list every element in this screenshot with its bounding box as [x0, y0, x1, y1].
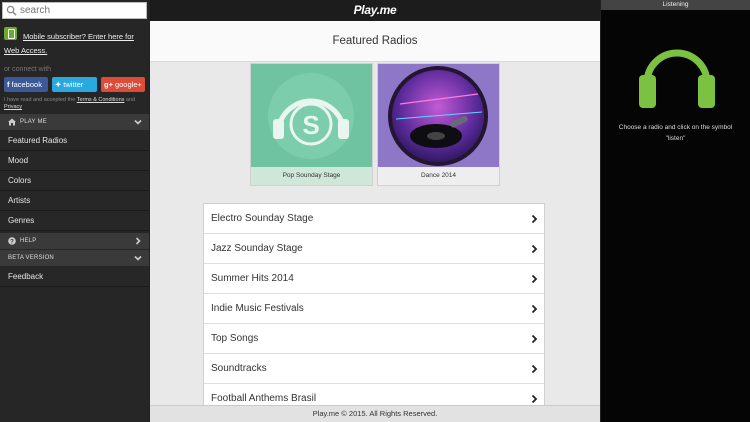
- section-play-me-label: PLAY ME: [20, 119, 47, 125]
- app-logo[interactable]: Play.me: [150, 3, 600, 17]
- turntable-art-icon: [378, 64, 499, 167]
- radio-card-pop-sounday-stage[interactable]: S Pop Sounday Stage: [250, 63, 373, 186]
- chevron-right-icon: [531, 245, 538, 253]
- sidebar-item-mood[interactable]: Mood: [0, 151, 149, 171]
- chevron-right-icon: [531, 365, 538, 373]
- list-item-label: Top Songs: [211, 333, 259, 344]
- home-icon: [8, 118, 16, 126]
- chevron-right-icon: [531, 335, 538, 343]
- facebook-label: facebook: [11, 80, 42, 89]
- sidebar-item-colors[interactable]: Colors: [0, 171, 149, 191]
- chevron-right-icon: [135, 237, 141, 245]
- terms-prefix: I have read and accepted the: [4, 97, 77, 103]
- list-item-label: Indie Music Festivals: [211, 303, 304, 314]
- search-input[interactable]: [20, 3, 144, 18]
- radio-card-dance-2014[interactable]: Dance 2014: [377, 63, 500, 186]
- chevron-right-icon: [531, 395, 538, 403]
- radio-card-artwork: [378, 64, 499, 167]
- list-item-label: Summer Hits 2014: [211, 273, 294, 284]
- app-root: Mobile subscriber? Enter here for Web Ac…: [0, 0, 750, 422]
- section-beta-label: BETA VERSION: [8, 255, 54, 261]
- top-bar: Play.me: [150, 0, 600, 21]
- search-box[interactable]: [2, 2, 147, 19]
- radio-card-caption: Dance 2014: [378, 167, 499, 185]
- section-help-label: HELP: [20, 238, 37, 244]
- twitter-button[interactable]: ✦ twitter: [52, 77, 97, 92]
- radio-card-caption: Pop Sounday Stage: [251, 167, 372, 185]
- terms-link[interactable]: Terms & Conditions: [77, 97, 125, 103]
- list-item[interactable]: Soundtracks: [204, 354, 544, 384]
- google-plus-button[interactable]: g+ google+: [101, 77, 145, 92]
- terms-notice: I have read and accepted the Terms & Con…: [4, 97, 148, 111]
- section-help[interactable]: ? HELP: [0, 233, 149, 249]
- section-beta-version[interactable]: BETA VERSION: [0, 250, 149, 266]
- facebook-icon: f: [7, 80, 10, 89]
- section-play-me[interactable]: PLAY ME: [0, 114, 149, 130]
- chevron-right-icon: [531, 275, 538, 283]
- sidebar-item-feedback[interactable]: Feedback: [0, 267, 149, 287]
- connect-label: or connect with: [4, 66, 52, 73]
- headphones-s-logo-icon: S: [251, 64, 372, 167]
- google-plus-label: google+: [114, 80, 142, 89]
- chevron-down-icon: [134, 255, 142, 261]
- list-item-label: Electro Sounday Stage: [211, 213, 314, 224]
- page-title: Featured Radios: [150, 21, 600, 62]
- radio-card-artwork: S: [251, 64, 372, 167]
- search-icon: [6, 5, 17, 16]
- headphones-icon: [639, 49, 715, 108]
- list-item-label: Football Anthems Brasil: [211, 393, 317, 404]
- help-icon: ?: [8, 237, 16, 245]
- listening-panel: Listening Choose a radio and click on th…: [601, 0, 750, 422]
- list-item-label: Jazz Sounday Stage: [211, 243, 303, 254]
- svg-text:?: ?: [10, 239, 14, 245]
- sidebar-item-artists[interactable]: Artists: [0, 191, 149, 211]
- svg-text:S: S: [302, 110, 319, 140]
- sidebar-item-genres[interactable]: Genres: [0, 211, 149, 231]
- list-item[interactable]: Jazz Sounday Stage: [204, 234, 544, 264]
- radio-list: Electro Sounday Stage Jazz Sounday Stage…: [203, 203, 545, 408]
- list-item[interactable]: Indie Music Festivals: [204, 294, 544, 324]
- google-plus-icon: g+: [104, 80, 113, 89]
- listening-instructions: Choose a radio and click on the symbol "…: [618, 124, 733, 142]
- list-item[interactable]: Electro Sounday Stage: [204, 204, 544, 234]
- privacy-link[interactable]: Privacy: [4, 104, 22, 110]
- facebook-button[interactable]: f facebook: [4, 77, 48, 92]
- twitter-label: twitter: [63, 80, 84, 89]
- list-item[interactable]: Top Songs: [204, 324, 544, 354]
- chevron-right-icon: [531, 215, 538, 223]
- footer-copyright: Play.me © 2015. All Rights Reserved.: [150, 405, 600, 422]
- sidebar: Mobile subscriber? Enter here for Web Ac…: [0, 0, 149, 422]
- sidebar-item-featured-radios[interactable]: Featured Radios: [0, 131, 149, 151]
- listening-title: Listening: [601, 0, 750, 10]
- terms-and: and: [124, 97, 136, 103]
- list-item[interactable]: Summer Hits 2014: [204, 264, 544, 294]
- list-item-label: Soundtracks: [211, 363, 267, 374]
- twitter-bird-icon: ✦: [55, 80, 62, 89]
- main-content: Play.me Featured Radios S Pop Sounday St…: [150, 0, 600, 422]
- mobile-subscriber-text[interactable]: Mobile subscriber? Enter here for Web Ac…: [4, 30, 146, 58]
- chevron-right-icon: [531, 305, 538, 313]
- chevron-down-icon: [134, 119, 142, 125]
